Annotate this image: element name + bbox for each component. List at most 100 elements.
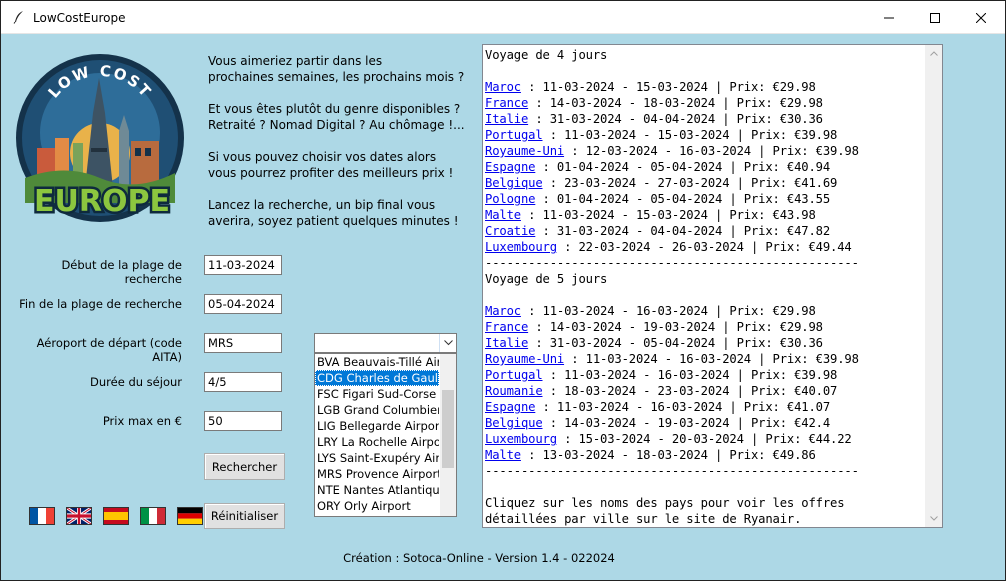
result-line: Voyage de 5 jours [485,271,925,287]
result-line: Roumanie : 18-03-2024 - 23-03-2024 | Pri… [485,384,838,398]
country-link[interactable]: Italie [485,336,528,350]
result-price: €30.36 [779,336,823,350]
airport-option[interactable]: FSC Figari Sud-Corse Airport [315,386,439,402]
result-line: Pologne : 01-04-2024 - 05-04-2024 | Prix… [485,192,830,206]
price-prefix: Prix: [765,240,809,254]
max-price-label: Prix max en € [102,414,182,428]
country-link[interactable]: Espagne [485,160,535,174]
search-button[interactable]: Rechercher [204,453,285,480]
end-date-input[interactable] [204,294,282,314]
flag-germany-icon[interactable] [177,507,203,525]
lowcost-europe-logo: LOW COST EUROPE EUROPE [16,54,184,222]
result-line: France : 14-03-2024 - 19-03-2024 | Prix:… [485,320,823,334]
svg-text:EUROPE: EUROPE [34,184,170,219]
result-line: Maroc : 11-03-2024 - 15-03-2024 | Prix: … [485,80,816,94]
result-price: €29.98 [772,80,816,94]
airport-listbox[interactable]: BVA Beauvais-Tillé AirportCDG Charles de… [314,353,457,517]
result-line: Malte : 13-03-2024 - 18-03-2024 | Prix: … [485,448,816,462]
country-link[interactable]: Portugal [485,368,543,382]
result-line: Espagne : 01-04-2024 - 05-04-2024 | Prix… [485,160,830,174]
result-line: Maroc : 11-03-2024 - 16-03-2024 | Prix: … [485,304,816,318]
price-prefix: Prix: [729,304,773,318]
result-line: ----------------------------------------… [485,255,925,271]
airport-option[interactable]: NTE Nantes Atlantique [315,482,439,498]
airport-option[interactable]: CDG Charles de Gaulle [315,370,439,386]
result-line: Malte : 11-03-2024 - 15-03-2024 | Prix: … [485,208,816,222]
country-link[interactable]: Malte [485,208,521,222]
duration-input[interactable] [204,372,282,392]
scroll-up-button[interactable] [925,45,942,62]
airport-option[interactable]: ORY Orly Airport [315,498,439,514]
results-textarea[interactable]: Voyage de 4 jours Maroc : 11-03-2024 - 1… [482,44,943,528]
country-link[interactable]: Roumanie [485,384,543,398]
price-prefix: Prix: [772,144,816,158]
country-link[interactable]: Maroc [485,80,521,94]
result-price: €47.82 [786,224,830,238]
listbox-scrollbar[interactable] [440,354,456,516]
airport-option[interactable]: LYS Saint-Exupéry Airport [315,450,439,466]
country-link[interactable]: Luxembourg [485,240,557,254]
result-price: €29.98 [772,304,816,318]
result-price: €29.98 [779,320,823,334]
result-line: Belgique : 14-03-2024 - 19-03-2024 | Pri… [485,416,830,430]
result-line: Italie : 31-03-2024 - 05-04-2024 | Prix:… [485,336,823,350]
combobox-dropdown-button[interactable] [439,334,456,352]
country-link[interactable]: France [485,96,528,110]
airport-code-input[interactable] [204,333,282,353]
max-price-input[interactable] [204,411,282,431]
airport-option[interactable]: BVA Beauvais-Tillé Airport [315,354,439,370]
results-footnote: Cliquez sur les noms des pays pour voir … [485,496,845,526]
country-link[interactable]: Espagne [485,400,535,414]
price-prefix: Prix: [736,336,780,350]
flag-uk-icon[interactable] [66,507,92,525]
minimize-button[interactable] [866,1,912,34]
country-link[interactable]: Pologne [485,192,535,206]
result-price: €40.94 [786,160,830,174]
price-prefix: Prix: [729,448,773,462]
result-line: Royaume-Uni : 12-03-2024 - 16-03-2024 | … [485,144,859,158]
country-link[interactable]: France [485,320,528,334]
start-date-input[interactable] [204,255,282,275]
maximize-icon [930,12,940,23]
intro-text: Vous aimeriez partir dans les prochaines… [208,53,478,245]
flag-spain-icon[interactable] [103,507,129,525]
intro-paragraph: Et vous êtes plutôt du genre disponibles… [208,102,465,132]
results-scrollbar[interactable] [925,45,942,527]
flag-italy-icon[interactable] [140,507,166,525]
country-link[interactable]: Royaume-Uni [485,144,564,158]
country-link[interactable]: Malte [485,448,521,462]
airport-option[interactable]: LIG Bellegarde Airport [315,418,439,434]
country-link[interactable]: Maroc [485,304,521,318]
price-prefix: Prix: [765,432,809,446]
result-dates: 31-03-2024 - 04-04-2024 [556,224,723,238]
country-link[interactable]: Croatie [485,224,535,238]
result-line: Espagne : 11-03-2024 - 16-03-2024 | Prix… [485,400,830,414]
scrollbar-thumb[interactable] [442,390,454,468]
country-link[interactable]: Italie [485,112,528,126]
maximize-button[interactable] [912,1,958,34]
airport-combobox[interactable] [314,333,457,353]
country-link[interactable]: Royaume-Uni [485,352,564,366]
result-line [485,479,925,495]
airport-option[interactable]: MRS Provence Airport [315,466,439,482]
price-prefix: Prix: [743,224,787,238]
price-prefix: Prix: [750,416,795,430]
reset-button[interactable]: Réinitialiser [204,503,285,529]
country-link[interactable]: Belgique [485,416,543,430]
country-link[interactable]: Luxembourg [485,432,557,446]
result-dates: 11-03-2024 - 16-03-2024 [564,368,730,382]
section-heading: Voyage de 4 jours [485,48,608,62]
chevron-down-icon [443,340,453,346]
close-button[interactable] [958,1,1004,34]
country-link[interactable]: Portugal [485,128,543,142]
separator-line: ----------------------------------------… [485,256,859,270]
country-link[interactable]: Belgique [485,176,543,190]
airport-option[interactable]: LRY La Rochelle Airport [315,434,439,450]
result-line: Cliquez sur les noms des pays pour voir … [485,495,925,527]
price-prefix: Prix: [772,352,816,366]
result-price: €29.98 [779,96,823,110]
separator-line: ----------------------------------------… [485,464,859,478]
scroll-down-button[interactable] [925,510,942,527]
airport-option[interactable]: LGB Grand Columbier Airport [315,402,439,418]
flag-france-icon[interactable] [29,507,55,525]
